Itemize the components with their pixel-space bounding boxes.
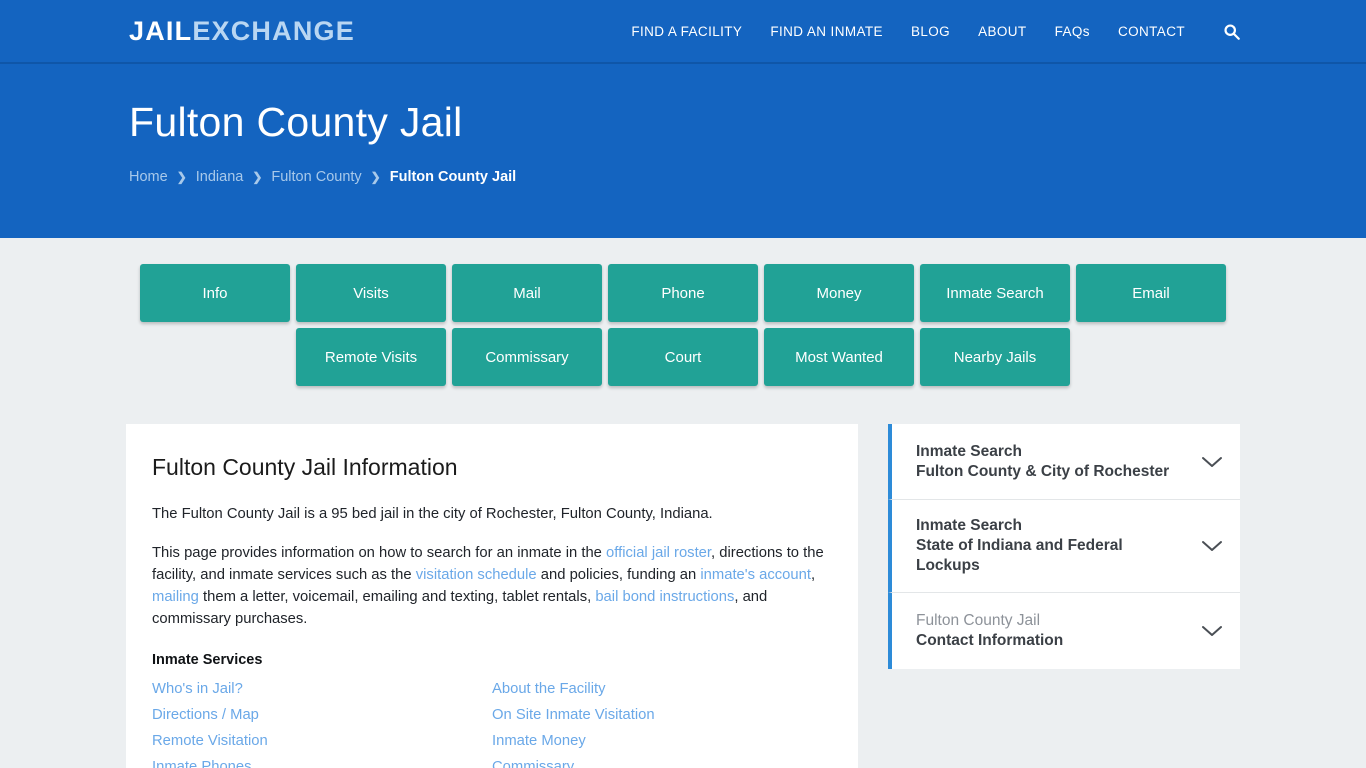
facility-info-title: Fulton County Jail Information	[152, 454, 458, 480]
accordion-item-inmate-search-county[interactable]: Inmate Search Fulton County & City of Ro…	[888, 424, 1240, 500]
breadcrumb-separator: ❯	[370, 170, 381, 185]
tab-money[interactable]: Money	[764, 264, 914, 322]
accordion-subtitle: State of Indiana and Federal Lockups	[916, 537, 1123, 574]
desc-text-5: them a letter, voicemail, emailing and t…	[198, 589, 596, 605]
service-link-inmate-money[interactable]: Inmate Money	[492, 728, 832, 754]
accordion-subtitle: Fulton County & City of Rochester	[916, 462, 1170, 480]
site-header: JAILEXCHANGE FIND A FACILITY FIND AN INM…	[0, 0, 1366, 64]
tab-most-wanted[interactable]: Most Wanted	[764, 328, 914, 386]
breadcrumb-item-indiana[interactable]: Indiana	[196, 169, 244, 185]
tab-info[interactable]: Info	[140, 264, 290, 322]
nav-item-find-an-inmate[interactable]: FIND AN INMATE	[756, 24, 897, 39]
tab-visits[interactable]: Visits	[296, 264, 446, 322]
service-link-about-the-facility[interactable]: About the Facility	[492, 676, 832, 702]
nav-item-contact[interactable]: CONTACT	[1104, 24, 1199, 39]
service-link-whos-in-jail[interactable]: Who's in Jail?	[152, 676, 492, 702]
facility-description-paragraph: This page provides information on how to…	[152, 542, 832, 630]
chevron-down-icon[interactable]	[1190, 624, 1224, 638]
service-link-inmate-phones[interactable]: Inmate Phones	[152, 754, 492, 768]
logo-text-primary: JAIL	[129, 15, 193, 46]
accordion-title: Fulton County Jail	[916, 612, 1041, 629]
chevron-down-icon[interactable]	[1190, 455, 1224, 469]
breadcrumb-separator: ❯	[176, 170, 187, 185]
service-link-directions-map[interactable]: Directions / Map	[152, 702, 492, 728]
facility-tab-row-1: Info Visits Mail Phone Money Inmate Sear…	[140, 264, 1226, 322]
inmate-services-heading: Inmate Services	[152, 652, 263, 668]
content-area: Fulton County Jail Information The Fulto…	[0, 392, 1366, 768]
service-link-on-site-inmate-visitation[interactable]: On Site Inmate Visitation	[492, 702, 832, 728]
nav-item-find-a-facility[interactable]: FIND A FACILITY	[617, 24, 756, 39]
site-logo[interactable]: JAILEXCHANGE	[129, 15, 355, 46]
link-mailing[interactable]: mailing	[152, 589, 199, 605]
inmate-services-columns: Who's in Jail? Directions / Map Remote V…	[152, 676, 832, 768]
sidebar-accordion: Inmate Search Fulton County & City of Ro…	[888, 424, 1240, 669]
page-hero: Fulton County Jail Home ❯ Indiana ❯ Fult…	[0, 64, 1366, 238]
tab-inmate-search[interactable]: Inmate Search	[920, 264, 1070, 322]
main-navigation: FIND A FACILITY FIND AN INMATE BLOG ABOU…	[617, 23, 1366, 40]
chevron-down-icon[interactable]	[1190, 539, 1224, 553]
accordion-title: Inmate Search	[916, 442, 1022, 460]
tab-mail[interactable]: Mail	[452, 264, 602, 322]
breadcrumb: Home ❯ Indiana ❯ Fulton County ❯ Fulton …	[129, 169, 1366, 185]
tab-remote-visits[interactable]: Remote Visits	[296, 328, 446, 386]
logo-text-secondary: EXCHANGE	[192, 15, 355, 46]
inmate-services-column-left: Who's in Jail? Directions / Map Remote V…	[152, 676, 492, 768]
link-visitation-schedule[interactable]: visitation schedule	[416, 567, 537, 583]
accordion-text: Inmate Search State of Indiana and Feder…	[916, 516, 1190, 576]
nav-item-about[interactable]: ABOUT	[964, 24, 1041, 39]
service-link-remote-visitation[interactable]: Remote Visitation	[152, 728, 492, 754]
accordion-text: Inmate Search Fulton County & City of Ro…	[916, 442, 1190, 482]
breadcrumb-separator: ❯	[252, 170, 263, 185]
link-bail-bond-instructions[interactable]: bail bond instructions	[595, 589, 734, 605]
accordion-title: Inmate Search	[916, 517, 1022, 534]
tab-commissary[interactable]: Commissary	[452, 328, 602, 386]
search-icon[interactable]	[1199, 23, 1240, 40]
service-link-commissary[interactable]: Commissary	[492, 754, 832, 768]
tab-nearby-jails[interactable]: Nearby Jails	[920, 328, 1070, 386]
inmate-services-column-right: About the Facility On Site Inmate Visita…	[492, 676, 832, 768]
link-official-jail-roster[interactable]: official jail roster	[606, 545, 711, 561]
facility-tab-bar: Info Visits Mail Phone Money Inmate Sear…	[0, 238, 1366, 392]
link-inmates-account[interactable]: inmate's account	[700, 567, 811, 583]
page-title: Fulton County Jail	[129, 99, 463, 145]
tab-email[interactable]: Email	[1076, 264, 1226, 322]
desc-text-1: This page provides information on how to…	[152, 545, 607, 561]
facility-tab-row-2: Remote Visits Commissary Court Most Want…	[296, 328, 1070, 386]
breadcrumb-item-current: Fulton County Jail	[389, 169, 517, 186]
accordion-item-contact-information[interactable]: Fulton County Jail Contact Information	[888, 593, 1240, 669]
tab-court[interactable]: Court	[608, 328, 758, 386]
facility-intro-paragraph: The Fulton County Jail is a 95 bed jail …	[152, 506, 713, 522]
nav-item-blog[interactable]: BLOG	[897, 24, 964, 39]
accordion-text: Fulton County Jail Contact Information	[916, 611, 1190, 651]
nav-item-faqs[interactable]: FAQs	[1041, 24, 1104, 39]
breadcrumb-item-fulton-county[interactable]: Fulton County	[271, 169, 361, 185]
tab-phone[interactable]: Phone	[608, 264, 758, 322]
accordion-subtitle: Contact Information	[916, 632, 1064, 649]
breadcrumb-item-home[interactable]: Home	[129, 169, 168, 185]
desc-text-4: ,	[810, 567, 816, 583]
accordion-item-inmate-search-state[interactable]: Inmate Search State of Indiana and Feder…	[888, 500, 1240, 593]
facility-info-card: Fulton County Jail Information The Fulto…	[126, 424, 858, 768]
desc-text-3: and policies, funding an	[536, 567, 701, 583]
